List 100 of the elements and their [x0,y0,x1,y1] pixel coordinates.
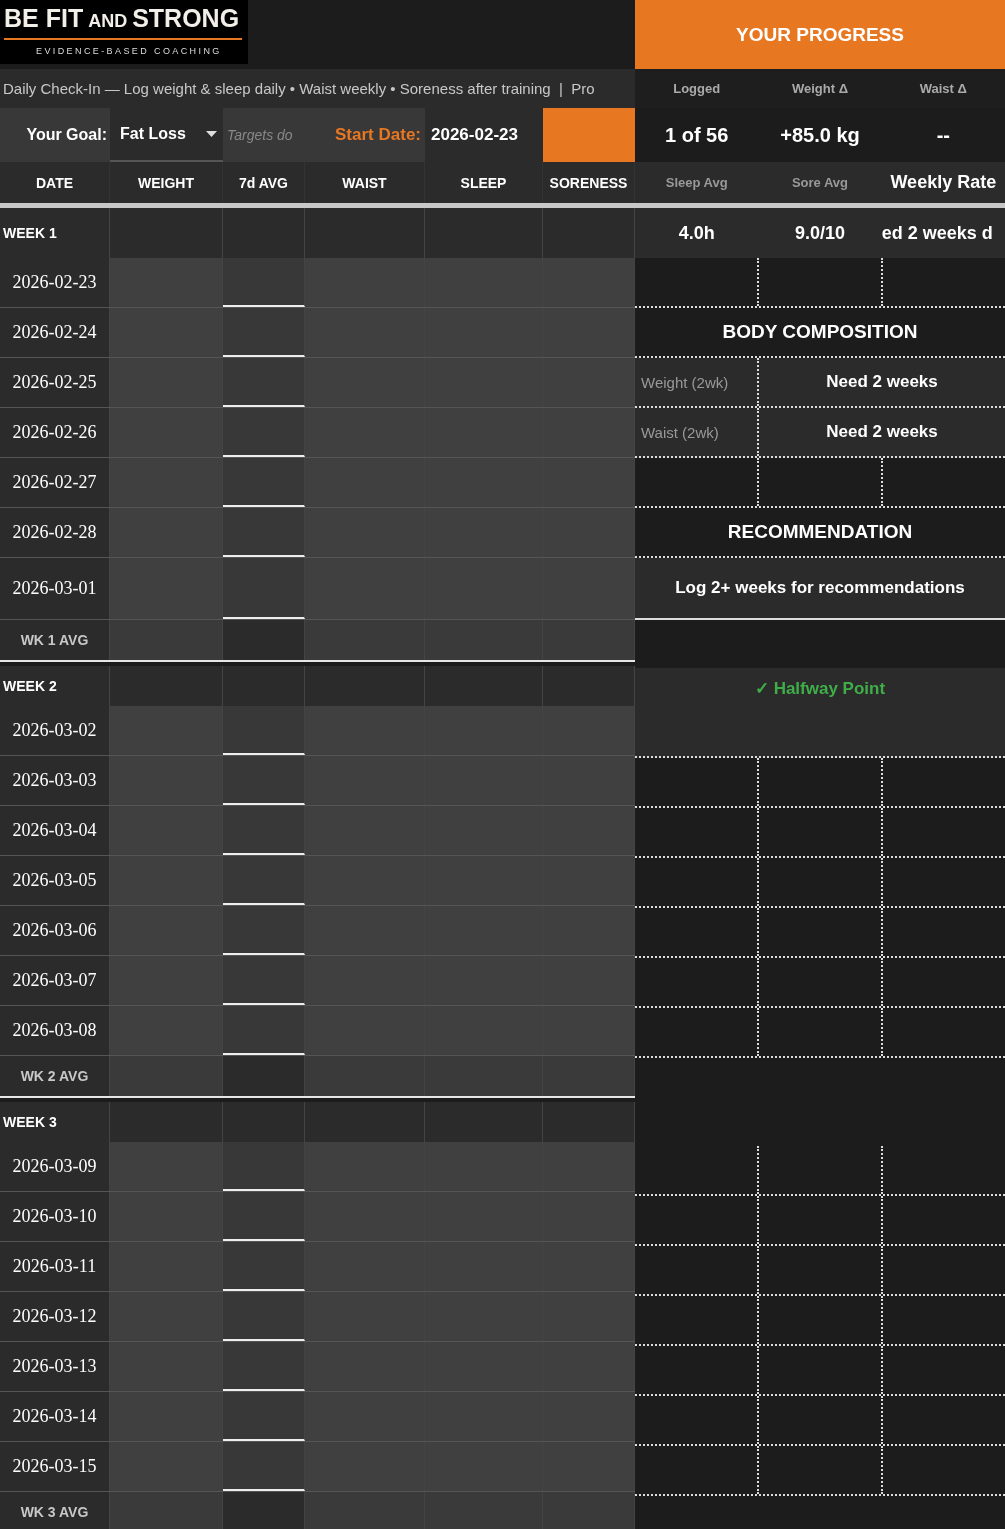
table-cell[interactable] [305,956,425,1005]
table-cell[interactable] [110,1292,223,1341]
week-average-label: WK 1 AVG [0,620,110,660]
table-cell[interactable] [543,1006,635,1055]
table-cell[interactable] [223,756,305,805]
table-cell[interactable] [543,508,635,557]
table-cell[interactable] [223,1192,305,1241]
table-cell[interactable] [425,706,543,755]
table-cell[interactable] [305,856,425,905]
table-cell[interactable] [305,806,425,855]
table-cell[interactable] [110,856,223,905]
stat-value: 4.0h [677,221,716,245]
table-cell[interactable] [110,1342,223,1391]
table-cell[interactable] [223,1242,305,1291]
table-cell[interactable] [543,458,635,507]
table-cell[interactable] [305,1006,425,1055]
table-cell[interactable] [305,358,425,407]
table-cell[interactable] [543,1392,635,1441]
table-cell[interactable] [425,1006,543,1055]
table-cell[interactable] [543,856,635,905]
table-cell[interactable] [305,308,425,357]
table-cell[interactable] [543,1292,635,1341]
table-cell[interactable] [110,1142,223,1191]
table-cell[interactable] [305,756,425,805]
table-cell[interactable] [305,1142,425,1191]
table-cell[interactable] [223,408,305,457]
targets-field[interactable]: Targets do [223,108,305,162]
table-cell[interactable] [110,1442,223,1491]
table-cell[interactable] [223,806,305,855]
table-cell[interactable] [223,856,305,905]
table-cell[interactable] [543,956,635,1005]
table-cell[interactable] [543,1242,635,1291]
table-cell[interactable] [223,1292,305,1341]
table-cell[interactable] [305,1442,425,1491]
table-cell[interactable] [223,258,305,307]
table-cell[interactable] [110,1192,223,1241]
table-cell[interactable] [305,1342,425,1391]
table-cell[interactable] [223,906,305,955]
table-cell[interactable] [110,1392,223,1441]
table-cell[interactable] [223,956,305,1005]
table-cell[interactable] [110,1006,223,1055]
table-cell[interactable] [223,1006,305,1055]
table-cell[interactable] [223,508,305,557]
table-cell[interactable] [543,1442,635,1491]
table-cell[interactable] [543,308,635,357]
table-cell[interactable] [425,258,543,307]
table-cell[interactable] [305,408,425,457]
goal-label: Your Goal: [0,108,110,162]
table-cell[interactable] [425,558,543,619]
table-cell[interactable] [305,1242,425,1291]
table-cell[interactable] [543,558,635,619]
table-cell[interactable] [110,956,223,1005]
stat-value: -- [935,122,951,148]
table-cell[interactable] [305,1292,425,1341]
table-cell[interactable] [543,1192,635,1241]
table-cell[interactable] [305,906,425,955]
table-cell[interactable] [305,508,425,557]
table-cell[interactable] [223,1342,305,1391]
date-cell: 2026-02-24 [0,308,110,357]
week-average-label: WK 2 AVG [0,1056,110,1096]
table-cell[interactable] [223,706,305,755]
table-cell[interactable] [110,806,223,855]
date-cell: 2026-03-10 [0,1192,110,1241]
table-cell[interactable] [110,1242,223,1291]
table-cell[interactable] [543,756,635,805]
table-cell[interactable] [305,458,425,507]
table-cell[interactable] [223,1442,305,1491]
table-cell[interactable] [223,308,305,357]
table-cell[interactable] [110,756,223,805]
table-cell[interactable] [110,408,223,457]
table-cell[interactable] [305,258,425,307]
table-cell[interactable] [543,258,635,307]
table-cell[interactable] [110,308,223,357]
table-cell[interactable] [110,358,223,407]
table-cell[interactable] [425,1442,543,1491]
table-cell[interactable] [110,906,223,955]
table-cell[interactable] [543,706,635,755]
table-cell[interactable] [305,706,425,755]
table-cell[interactable] [110,258,223,307]
table-cell[interactable] [305,558,425,619]
table-cell[interactable] [110,558,223,619]
table-cell[interactable] [543,408,635,457]
table-cell[interactable] [543,1342,635,1391]
table-cell[interactable] [223,558,305,619]
stat-value: ed 2 weeks d [881,221,994,245]
table-cell[interactable] [223,1392,305,1441]
table-cell[interactable] [543,358,635,407]
table-cell[interactable] [110,508,223,557]
table-cell[interactable] [110,706,223,755]
table-cell[interactable] [543,1142,635,1191]
table-cell[interactable] [305,1192,425,1241]
table-cell[interactable] [223,458,305,507]
table-cell[interactable] [110,458,223,507]
table-cell[interactable] [543,806,635,855]
table-cell[interactable] [425,1142,543,1191]
table-cell[interactable] [223,358,305,407]
table-cell[interactable] [305,1392,425,1441]
table-cell[interactable] [223,1142,305,1191]
table-cell[interactable] [543,906,635,955]
date-cell: 2026-03-08 [0,1006,110,1055]
